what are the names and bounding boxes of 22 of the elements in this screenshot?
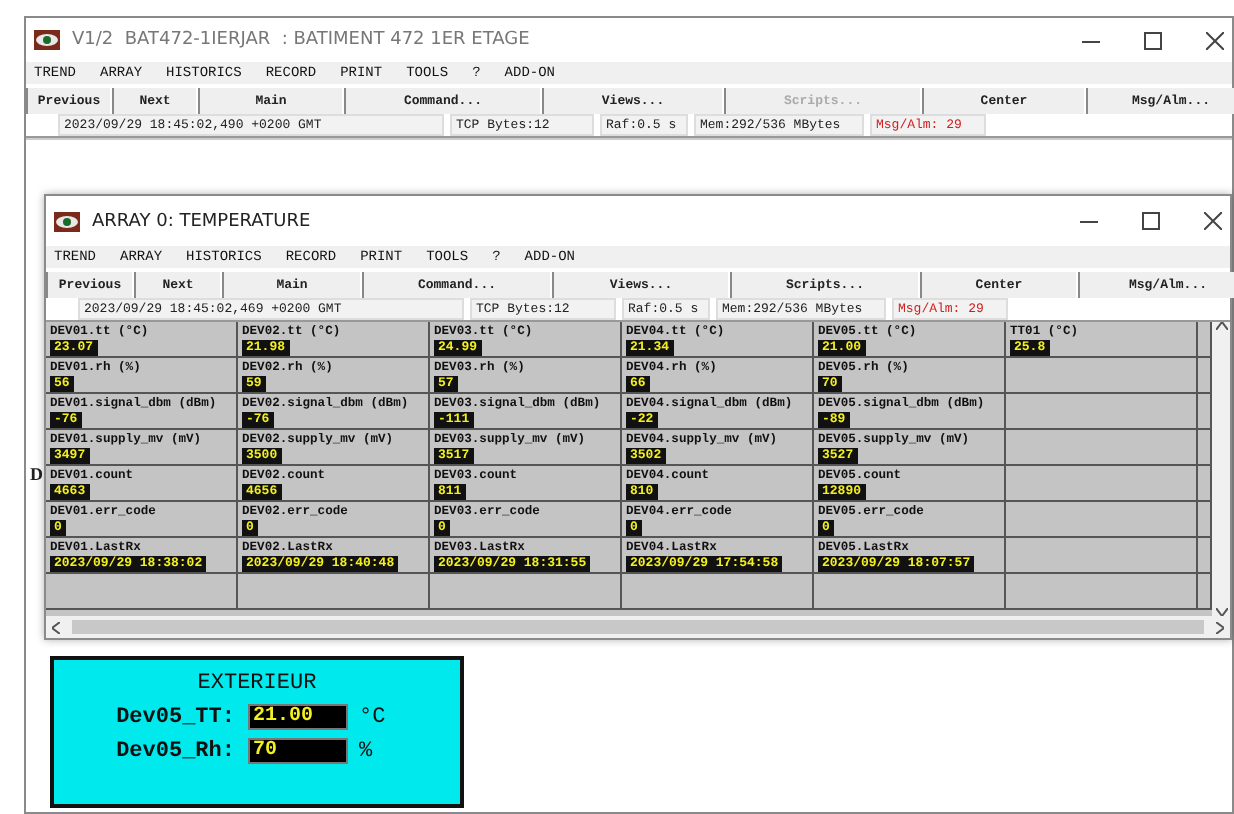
vertical-scrollbar[interactable]: [1212, 322, 1230, 616]
eye-icon: [54, 211, 80, 231]
horizontal-scrollbar[interactable]: [46, 616, 1230, 638]
scroll-up-icon[interactable]: [1215, 322, 1227, 330]
maximize-icon[interactable]: [1142, 212, 1160, 230]
reading-value: 21.00: [247, 704, 347, 730]
reading-value: 70: [247, 738, 347, 764]
maximize-icon[interactable]: [1144, 31, 1162, 49]
eye-icon: [34, 30, 60, 50]
scroll-left-icon[interactable]: [52, 621, 60, 633]
scroll-down-icon[interactable]: [1215, 608, 1227, 616]
window-title: ARRAY 0: TEMPERATURE: [92, 211, 313, 231]
canvas-label: D: [30, 464, 43, 484]
reading-unit: °C: [359, 705, 388, 729]
scroll-right-icon[interactable]: [1216, 621, 1224, 633]
reading-label: Dev05_Rh:: [114, 739, 235, 763]
close-icon[interactable]: [1206, 31, 1224, 49]
close-icon[interactable]: [1204, 212, 1222, 230]
reading-label: Dev05_TT:: [114, 705, 235, 729]
reading-unit: %: [359, 739, 375, 763]
window-title: V1/2 BAT472-1IERJAR : BATIMENT 472 1ER ETAGE: [72, 30, 532, 50]
panel-title: EXTERIEUR: [197, 672, 317, 696]
